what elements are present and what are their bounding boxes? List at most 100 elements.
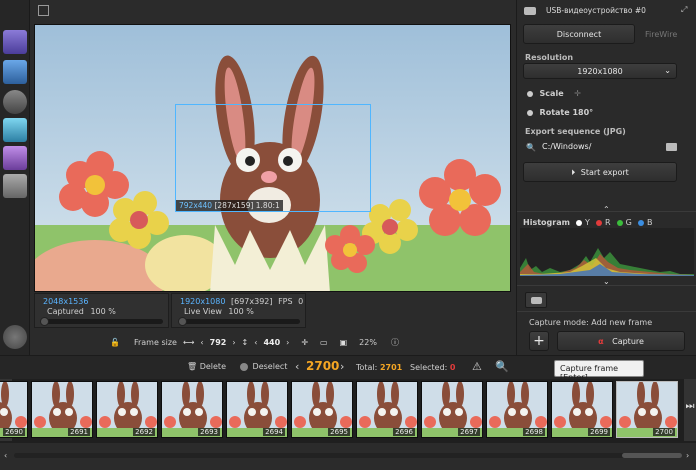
frame-thumbnail[interactable]: 2692 — [96, 381, 158, 438]
add-button[interactable]: + — [529, 331, 549, 351]
capture-button[interactable]: α Capture — [557, 331, 685, 351]
channel-r-dot[interactable] — [596, 219, 603, 226]
captured-opacity-slider[interactable] — [40, 317, 163, 326]
scroll-track[interactable] — [14, 453, 682, 458]
live-preview[interactable]: 792x440 [287x159] 1.80:1 — [34, 24, 511, 292]
frame-thumbnail[interactable]: 2697 — [421, 381, 483, 438]
firewire-label: FireWire — [645, 30, 678, 39]
scroll-right-icon[interactable]: › — [686, 451, 689, 460]
firewire-tab[interactable]: FireWire — [645, 30, 677, 39]
filmstrip-end-button[interactable]: ⏭ — [684, 379, 696, 441]
height-decrease-button[interactable]: ‹ — [254, 338, 257, 347]
warning-icon[interactable]: ⚠ — [472, 360, 482, 373]
add-frame-icon[interactable] — [3, 30, 27, 54]
disconnect-button[interactable]: Disconnect — [523, 24, 635, 44]
export-play-icon: ⏵ — [571, 168, 576, 177]
width-increase-button[interactable]: › — [232, 338, 235, 347]
delete-button[interactable]: 🗑 Delete — [187, 362, 226, 371]
frame-thumbnail[interactable]: 2700 — [616, 381, 678, 438]
resolution-title: Resolution — [525, 53, 574, 62]
filmstrip: ⏮ ⏭ 269026912692269326942695269626972698… — [0, 379, 696, 443]
flask-icon[interactable] — [3, 118, 27, 142]
scroll-left-icon[interactable]: ‹ — [4, 451, 7, 460]
export-title: Export sequence (JPG) — [525, 127, 626, 136]
thumbnail-number: 2698 — [523, 428, 545, 436]
frame-height-value[interactable]: 440 — [263, 338, 280, 347]
height-arrows-icon: ↕ — [241, 337, 249, 347]
info-icon[interactable]: ⓘ — [391, 337, 399, 348]
captured-resolution: 2048x1536 — [43, 297, 89, 306]
next-frame-button[interactable]: › — [340, 360, 344, 373]
frame-width-value[interactable]: 792 — [210, 338, 227, 347]
frame-size-label: Frame size — [133, 337, 177, 347]
settings-gear-icon[interactable] — [3, 325, 27, 349]
zoom-level: 22% — [359, 337, 377, 347]
camera-icon — [524, 7, 536, 15]
fit-frame-icon[interactable]: ▭ — [320, 338, 328, 347]
fps-label: FPS — [278, 297, 293, 306]
frame-thumbnail[interactable]: 2693 — [161, 381, 223, 438]
live-view-label: Live View — [184, 307, 222, 316]
folder-icon[interactable] — [3, 174, 27, 198]
disconnect-label: Disconnect — [556, 30, 602, 39]
selection-info: [287x159] — [214, 201, 254, 210]
chevron-down-icon: ⌄ — [664, 66, 671, 75]
scale-radio-icon — [527, 90, 533, 97]
browse-folder-icon[interactable] — [666, 143, 677, 151]
timer-icon[interactable] — [3, 90, 27, 114]
histogram-graph — [520, 228, 694, 276]
scroll-thumb[interactable] — [622, 453, 682, 458]
import-icon[interactable] — [3, 60, 27, 84]
prev-frame-button[interactable]: ‹ — [295, 360, 299, 373]
expand-up-icon[interactable]: ⌃ — [603, 205, 610, 214]
scale-option[interactable]: Scale ✛ — [527, 89, 581, 98]
scale-label: Scale — [539, 89, 564, 98]
frame-thumbnail[interactable]: 2690 — [0, 381, 28, 438]
live-view-opacity-slider[interactable] — [178, 317, 300, 326]
export-path-field[interactable]: C:/Windows/ — [542, 142, 662, 155]
start-export-label: Start export — [580, 168, 629, 177]
channel-y-dot[interactable] — [576, 219, 583, 226]
fullscreen-icon[interactable] — [38, 5, 49, 16]
frame-thumbnail[interactable]: 2699 — [551, 381, 613, 438]
start-export-button[interactable]: ⏵ Start export — [523, 162, 677, 182]
frame-thumbnail[interactable]: 2691 — [31, 381, 93, 438]
rotate-label: Rotate 180° — [539, 108, 594, 117]
frame-thumbnail[interactable]: 2698 — [486, 381, 548, 438]
lock-icon[interactable]: 🔓 — [110, 338, 120, 347]
current-frame-number[interactable]: 2700 — [306, 359, 339, 373]
deselect-button[interactable]: Deselect — [240, 362, 287, 371]
trash-icon: 🗑 — [187, 362, 198, 371]
thumbnail-number: 2690 — [3, 428, 25, 436]
thumbnail-number: 2691 — [68, 428, 90, 436]
resolution-value: 1920x1080 — [577, 67, 623, 76]
camera-tab[interactable] — [525, 292, 547, 308]
zoom-search-icon[interactable]: 🔍 — [495, 360, 509, 373]
channel-g-dot[interactable] — [617, 219, 624, 226]
rotate-option[interactable]: Rotate 180° — [527, 108, 593, 117]
frame-thumbnail[interactable]: 2694 — [226, 381, 288, 438]
height-increase-button[interactable]: › — [286, 338, 289, 347]
resolution-select[interactable]: 1920x1080 ⌄ — [523, 63, 677, 79]
capture-mode-label: Capture mode: Add new frame — [529, 318, 653, 327]
search-icon[interactable]: 🔍 — [526, 143, 536, 152]
total-value: 2701 — [379, 363, 403, 372]
histogram-title: Histogram — [523, 218, 570, 227]
live-extra: [697x392] — [231, 297, 273, 306]
channel-b-dot[interactable] — [638, 219, 645, 226]
frame-selection-box[interactable] — [175, 104, 371, 212]
collapse-icon[interactable]: ⤢ — [681, 5, 687, 15]
captured-value: 100 — [90, 307, 106, 316]
filmstrip-scrollbar[interactable]: ‹ › — [0, 443, 696, 470]
thumbnail-number: 2696 — [393, 428, 415, 436]
frame-thumbnail[interactable]: 2695 — [291, 381, 353, 438]
delete-label: Delete — [199, 362, 226, 371]
center-crosshair-icon[interactable]: ✛ — [301, 338, 308, 347]
width-decrease-button[interactable]: ‹ — [200, 338, 203, 347]
screen-icon[interactable]: ▣ — [340, 338, 348, 347]
live-view-unit: % — [246, 307, 254, 316]
left-toolbar — [0, 0, 30, 355]
frame-thumbnail[interactable]: 2696 — [356, 381, 418, 438]
selection-ratio: 1.80:1 — [255, 201, 280, 210]
download-icon[interactable] — [3, 146, 27, 170]
